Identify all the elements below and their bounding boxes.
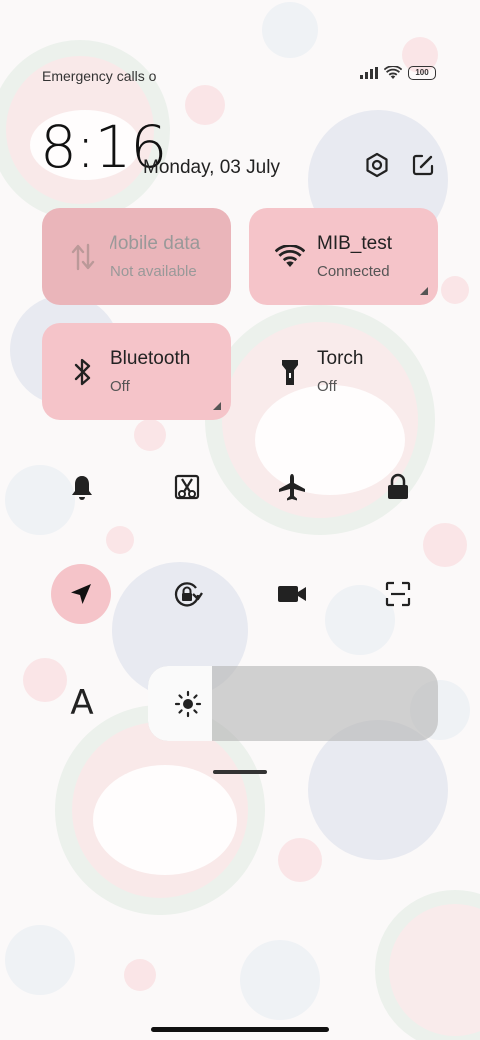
edit-icon xyxy=(412,154,434,176)
brightness-slider[interactable] xyxy=(148,666,438,741)
signal-icon xyxy=(360,67,378,79)
torch-title: Torch xyxy=(317,348,364,369)
control-center: Emergency calls o 100 8:16 Monday, 03 Ju… xyxy=(0,0,480,1040)
screen-recorder-toggle[interactable] xyxy=(262,564,322,624)
edit-button[interactable] xyxy=(408,150,438,180)
wifi-network-name: MIB_test xyxy=(317,233,392,254)
mobile-data-status: Not available xyxy=(110,263,197,280)
wifi-tile[interactable]: MIB_test Connected xyxy=(249,208,438,305)
airplane-toggle[interactable] xyxy=(262,457,322,517)
bluetooth-tile[interactable]: Bluetooth Off xyxy=(42,323,231,420)
airplane-icon xyxy=(279,474,305,501)
battery-icon: 100 xyxy=(408,66,436,80)
sound-toggle[interactable] xyxy=(52,457,112,517)
date: Monday, 03 July xyxy=(143,157,280,178)
bluetooth-title: Bluetooth xyxy=(110,348,191,369)
bluetooth-status: Off xyxy=(110,378,130,395)
font-size-button[interactable]: A xyxy=(62,680,102,726)
settings-icon xyxy=(366,152,388,178)
location-toggle[interactable] xyxy=(51,564,111,624)
brightness-icon xyxy=(174,690,202,717)
lock-screen-toggle[interactable] xyxy=(368,457,428,517)
wifi-tile-icon xyxy=(275,242,305,272)
mobile-data-icon xyxy=(68,242,98,272)
rotation-lock-toggle[interactable] xyxy=(157,564,217,624)
rotation-lock-icon xyxy=(174,582,203,607)
wifi-expand-icon[interactable] xyxy=(420,287,428,295)
mobile-data-tile[interactable]: Mobile data Not available xyxy=(42,208,231,305)
bell-icon xyxy=(72,476,92,500)
status-icons: 100 xyxy=(360,66,436,80)
bluetooth-icon xyxy=(68,357,98,387)
video-camera-icon xyxy=(278,586,306,602)
mobile-data-title: Mobile data xyxy=(110,233,201,254)
scanner-icon xyxy=(385,581,411,607)
drag-handle[interactable] xyxy=(213,770,267,774)
wifi-status: Connected xyxy=(317,263,390,280)
torch-status: Off xyxy=(317,378,337,395)
location-icon xyxy=(71,584,91,604)
screenshot-toggle[interactable] xyxy=(157,457,217,517)
torch-tile[interactable]: Torch Off xyxy=(249,323,438,420)
torch-icon xyxy=(275,357,305,387)
settings-button[interactable] xyxy=(362,150,392,180)
bluetooth-expand-icon[interactable] xyxy=(213,402,221,410)
scanner-toggle[interactable] xyxy=(368,564,428,624)
wifi-icon xyxy=(384,66,402,79)
lock-icon xyxy=(388,473,408,499)
screenshot-icon xyxy=(174,474,200,500)
home-indicator[interactable] xyxy=(151,1027,329,1032)
status-carrier-text: Emergency calls o xyxy=(42,68,157,84)
